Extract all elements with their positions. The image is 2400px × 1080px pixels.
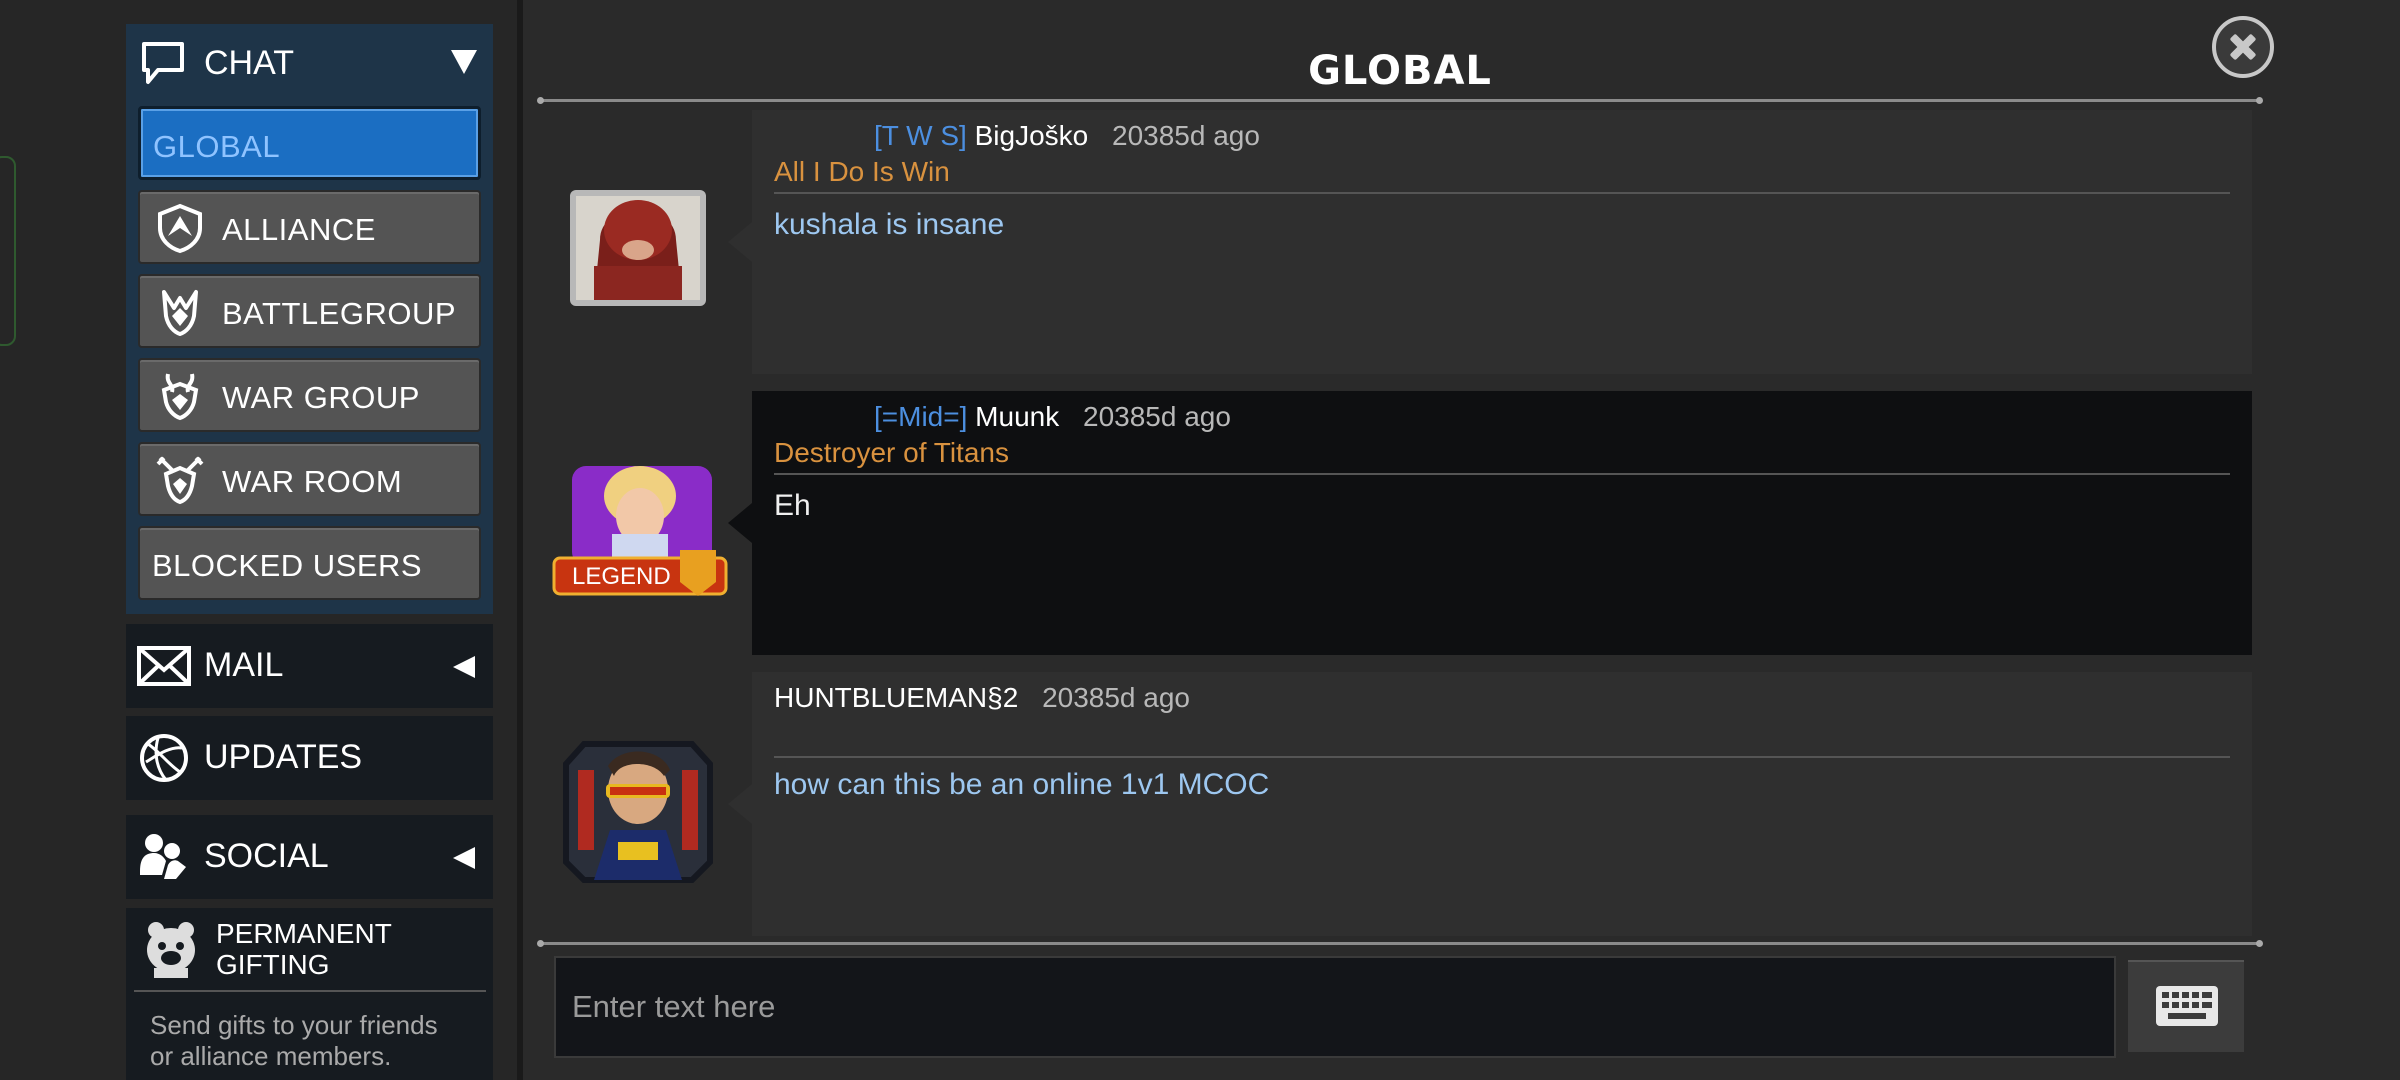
sidebar-item-label: SOCIAL bbox=[204, 837, 329, 875]
war-room-icon bbox=[156, 456, 204, 505]
speech-notch bbox=[728, 784, 752, 824]
sidebar-item-mail[interactable]: MAIL bbox=[126, 624, 493, 708]
divider bbox=[134, 990, 486, 992]
chat-label: CHAT bbox=[204, 44, 295, 82]
panel-divider bbox=[517, 0, 523, 1080]
channel-war-group-button[interactable]: WAR GROUP bbox=[138, 358, 481, 432]
message-header: HUNTBLUEMAN§2 20385d ago bbox=[774, 682, 1190, 714]
channel-label: WAR GROUP bbox=[222, 380, 420, 415]
user-title: Destroyer of Titans bbox=[774, 437, 1009, 468]
sidebar-item-label: UPDATES bbox=[204, 738, 363, 776]
gifting-title-line: GIFTING bbox=[216, 949, 330, 980]
timestamp: 20385d ago bbox=[1083, 401, 1231, 432]
message-text: kushala is insane bbox=[774, 208, 1005, 241]
people-icon bbox=[140, 834, 186, 879]
chat-message: [=Mid=] Muunk 20385d ago Destroyer of Ti… bbox=[728, 391, 2252, 655]
user-title: All I Do Is Win bbox=[774, 156, 950, 187]
divider bbox=[774, 756, 2230, 758]
header-divider bbox=[537, 97, 2263, 104]
timestamp: 20385d ago bbox=[1112, 120, 1260, 151]
sidebar-item-updates[interactable]: UPDATES bbox=[126, 716, 493, 800]
channel-global-button[interactable]: GLOBAL bbox=[138, 106, 481, 180]
chevron-left-icon bbox=[453, 847, 475, 869]
page-title: GLOBAL bbox=[1308, 48, 1492, 94]
legend-badge-text: LEGEND bbox=[572, 563, 671, 590]
dazzler-legend-avatar: LEGEND bbox=[552, 466, 728, 596]
channel-war-room-button[interactable]: WAR ROOM bbox=[138, 442, 481, 516]
channel-label: BATTLEGROUP bbox=[222, 296, 457, 331]
chat-message: [T W S] BigJoško 20385d ago All I Do Is … bbox=[728, 110, 2252, 374]
gifting-title: PERMANENT GIFTING bbox=[216, 918, 392, 980]
speech-notch bbox=[728, 503, 752, 543]
edge-tab[interactable] bbox=[0, 156, 16, 346]
username[interactable]: HUNTBLUEMAN§2 bbox=[774, 682, 1018, 713]
channel-label: ALLIANCE bbox=[222, 212, 376, 247]
speech-notch bbox=[728, 222, 752, 262]
message-text: how can this be an online 1v1 MCOC bbox=[774, 768, 1270, 801]
channel-label: BLOCKED USERS bbox=[152, 548, 423, 583]
chevron-left-icon bbox=[453, 656, 475, 678]
message-header: [=Mid=] Muunk 20385d ago bbox=[774, 401, 1231, 433]
channel-label: GLOBAL bbox=[153, 129, 281, 164]
cyclops-avatar bbox=[563, 741, 713, 883]
war-group-icon bbox=[161, 373, 199, 421]
gifting-title-line: PERMANENT bbox=[216, 918, 392, 949]
envelope-icon bbox=[137, 646, 191, 686]
alliance-shield-icon bbox=[158, 203, 202, 254]
chat-bubble-icon bbox=[142, 42, 184, 84]
channel-alliance-button[interactable]: ALLIANCE bbox=[138, 190, 481, 264]
alliance-tag[interactable]: [T W S] bbox=[874, 120, 967, 151]
footer-divider bbox=[537, 940, 2263, 947]
close-icon[interactable] bbox=[2212, 16, 2274, 78]
chat-input-container bbox=[554, 956, 2116, 1058]
keyboard-button[interactable] bbox=[2126, 958, 2246, 1054]
username[interactable]: BigJoško bbox=[975, 120, 1089, 151]
chat-message: HUNTBLUEMAN§2 20385d ago how can this be… bbox=[728, 672, 2252, 936]
gift-bear-icon bbox=[147, 922, 195, 978]
message-header: [T W S] BigJoško 20385d ago bbox=[774, 120, 1260, 152]
channel-blocked-users-button[interactable]: BLOCKED USERS bbox=[138, 526, 481, 600]
chevron-down-icon bbox=[451, 50, 477, 74]
gifting-desc-line: Send gifts to your friends bbox=[150, 1010, 438, 1040]
timestamp: 20385d ago bbox=[1042, 682, 1190, 713]
globe-icon bbox=[140, 734, 188, 782]
alliance-tag[interactable]: [=Mid=] bbox=[874, 401, 967, 432]
username[interactable]: Muunk bbox=[975, 401, 1059, 432]
sidebar-item-social[interactable]: SOCIAL bbox=[126, 815, 493, 899]
gifting-desc-line: or alliance members. bbox=[150, 1041, 392, 1071]
message-text: Eh bbox=[774, 489, 811, 522]
channel-label: WAR ROOM bbox=[222, 464, 403, 499]
sidebar-item-label: MAIL bbox=[204, 646, 284, 684]
sidebar-item-permanent-gifting[interactable]: PERMANENT GIFTING Send gifts to your fri… bbox=[126, 908, 493, 1080]
divider bbox=[774, 192, 2230, 194]
chat-panel: CHAT GLOBAL ALLIANCE BATTLEGROUP WAR GRO… bbox=[126, 24, 493, 614]
battlegroup-icon bbox=[162, 290, 198, 336]
chat-input[interactable] bbox=[556, 958, 2114, 1056]
channel-battlegroup-button[interactable]: BATTLEGROUP bbox=[138, 274, 481, 348]
juggernaut-avatar bbox=[570, 190, 706, 306]
chat-header[interactable]: CHAT bbox=[126, 24, 493, 104]
keyboard-icon bbox=[2156, 986, 2218, 1026]
gifting-description: Send gifts to your friends or alliance m… bbox=[150, 1010, 438, 1072]
divider bbox=[774, 473, 2230, 475]
